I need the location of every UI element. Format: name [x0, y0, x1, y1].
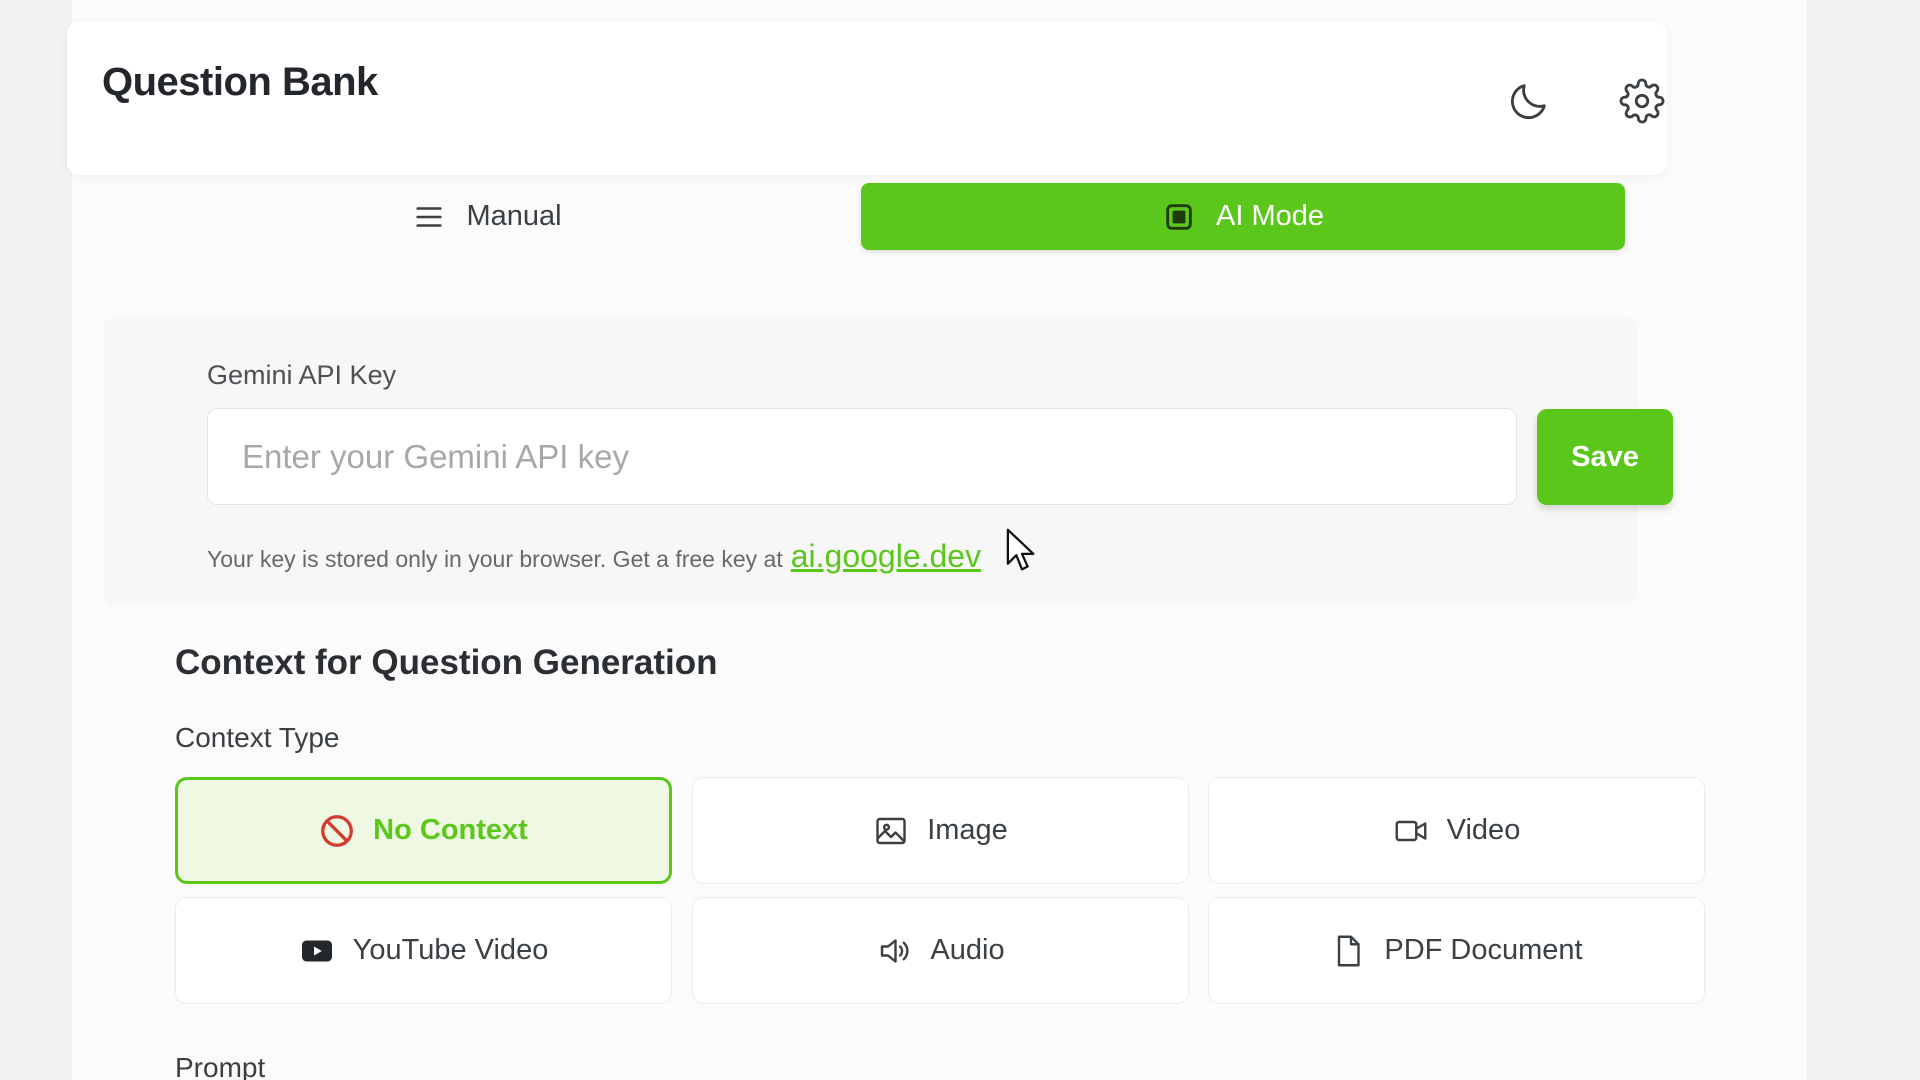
no-entry-icon	[321, 814, 354, 847]
menu-icon	[416, 206, 443, 227]
dark-mode-toggle[interactable]	[1503, 75, 1555, 127]
video-icon	[1395, 820, 1427, 841]
document-icon	[1338, 935, 1361, 966]
settings-button[interactable]	[1616, 75, 1668, 127]
context-section-title: Context for Question Generation	[175, 643, 718, 682]
context-option-label: YouTube Video	[352, 934, 549, 966]
context-option-label: No Context	[373, 814, 528, 846]
context-option-label: Image	[927, 814, 1008, 846]
youtube-icon	[301, 940, 332, 961]
tab-manual-label: Manual	[466, 200, 562, 232]
prompt-label: Prompt	[175, 1052, 266, 1080]
context-option-audio[interactable]: Audio	[692, 897, 1189, 1004]
context-option-label: Audio	[930, 934, 1005, 966]
tab-ai-mode[interactable]: AI Mode	[861, 183, 1625, 250]
chip-icon	[1166, 203, 1192, 230]
context-option-pdf[interactable]: PDF Document	[1208, 897, 1705, 1004]
api-key-input[interactable]	[207, 408, 1517, 505]
image-icon	[876, 817, 906, 844]
mouse-cursor-icon	[1006, 528, 1035, 571]
moon-icon	[1511, 84, 1546, 119]
context-option-label: PDF Document	[1384, 934, 1583, 966]
mode-switch: Manual AI Mode	[105, 177, 1735, 257]
api-key-help-text: Your key is stored only in your browser.…	[207, 546, 783, 572]
speaker-icon	[881, 938, 909, 963]
gear-icon	[1619, 78, 1665, 124]
save-button[interactable]: Save	[1537, 409, 1673, 505]
context-option-youtube[interactable]: YouTube Video	[175, 897, 672, 1004]
tab-manual[interactable]: Manual	[105, 183, 869, 250]
context-option-no-context[interactable]: No Context	[175, 777, 672, 884]
page-title: Question Bank	[102, 60, 378, 104]
api-key-link[interactable]: ai.google.dev	[791, 538, 981, 575]
api-key-help: Your key is stored only in your browser.…	[207, 538, 981, 575]
api-key-label: Gemini API Key	[207, 360, 397, 390]
context-option-video[interactable]: Video	[1208, 777, 1705, 884]
context-type-label: Context Type	[175, 722, 340, 753]
tab-ai-mode-label: AI Mode	[1216, 200, 1324, 232]
context-option-label: Video	[1446, 814, 1521, 846]
context-option-image[interactable]: Image	[692, 777, 1189, 884]
